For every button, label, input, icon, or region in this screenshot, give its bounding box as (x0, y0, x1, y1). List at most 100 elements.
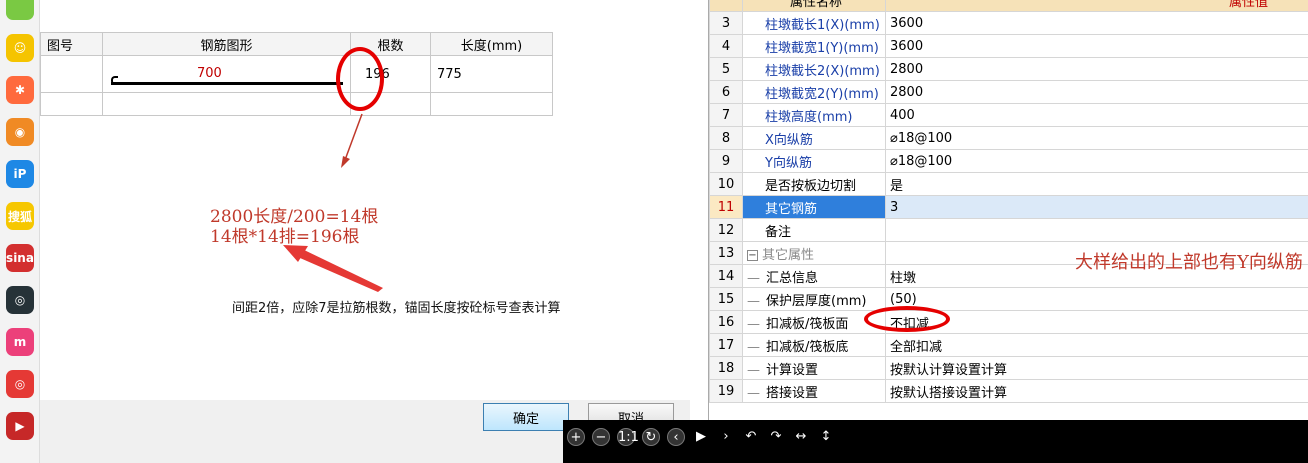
property-row[interactable]: 10 是否按板边切割 是 (709, 172, 1308, 196)
property-table: 属性名称 属性值 3 柱墩截长1(X)(mm) 3600 4 柱墩截宽1(Y)(mm) 3… (709, 0, 1308, 403)
header-num (709, 0, 743, 12)
tree-line-icon: — (747, 339, 760, 355)
row-number: 12 (709, 218, 743, 242)
calc-annotation-line1: 2800长度/200=14根 (210, 207, 379, 227)
property-name[interactable]: − 其它属性 (742, 241, 886, 265)
property-name[interactable]: 其它钢筋 (742, 195, 886, 219)
property-name[interactable]: 柱墩截宽1(Y)(mm) (742, 34, 886, 58)
row-number: 10 (709, 172, 743, 196)
property-name[interactable]: 备注 (742, 218, 886, 242)
row-number: 14 (709, 264, 743, 288)
tree-line-icon: — (747, 316, 760, 332)
property-row[interactable]: 15— 保护层厚度(mm) (50) (709, 287, 1308, 311)
viewer-tool-10-icon[interactable]: ↕ (817, 428, 835, 446)
property-value[interactable]: 2800 (885, 57, 1308, 81)
property-name[interactable]: — 搭接设置 (742, 379, 886, 403)
property-row[interactable]: 12 备注 (709, 218, 1308, 242)
row-number: 7 (709, 103, 743, 127)
property-row[interactable]: 18— 计算设置 按默认计算设置计算 (709, 356, 1308, 380)
property-rows: 3 柱墩截长1(X)(mm) 3600 4 柱墩截宽1(Y)(mm) 3600 5 柱墩截长2… (709, 11, 1308, 403)
property-name[interactable]: — 汇总信息 (742, 264, 886, 288)
tree-line-icon: — (747, 270, 760, 286)
viewer-tool-9-icon[interactable]: ↔ (792, 428, 810, 446)
viewer-tool-4-icon[interactable]: ‹ (667, 428, 685, 446)
viewer-tool-1-icon[interactable]: − (592, 428, 610, 446)
property-name[interactable]: X向纵筋 (742, 126, 886, 150)
property-value[interactable]: 3 (885, 195, 1308, 219)
tree-line-icon: — (747, 385, 760, 401)
row-number: 17 (709, 333, 743, 357)
property-row[interactable]: 11 其它钢筋 3 (709, 195, 1308, 219)
viewer-tool-8-icon[interactable]: ↷ (767, 428, 785, 446)
property-row[interactable]: 17— 扣减板/筏板底 全部扣减 (709, 333, 1308, 357)
row-number: 15 (709, 287, 743, 311)
property-name[interactable]: 柱墩截宽2(Y)(mm) (742, 80, 886, 104)
property-row[interactable]: 8 X向纵筋 ⌀18@100 (709, 126, 1308, 150)
property-name[interactable]: — 扣减板/筏板面 (742, 310, 886, 334)
property-name-label: 其它属性 (762, 247, 815, 263)
property-value[interactable]: 全部扣减 (885, 333, 1308, 357)
property-name[interactable]: 柱墩高度(mm) (742, 103, 886, 127)
property-value[interactable]: 3600 (885, 34, 1308, 58)
property-row[interactable]: 5 柱墩截长2(X)(mm) 2800 (709, 57, 1308, 81)
row-number: 18 (709, 356, 743, 380)
viewer-tool-3-icon[interactable]: ↻ (642, 428, 660, 446)
row-number: 3 (709, 11, 743, 35)
property-name-label: 扣减板/筏板底 (766, 339, 849, 355)
collapse-icon[interactable]: − (747, 249, 758, 261)
property-value[interactable]: 2800 (885, 80, 1308, 104)
viewer-tool-2-icon[interactable]: 1:1 (617, 428, 639, 446)
property-name-label: 其它钢筋 (765, 201, 818, 217)
property-name[interactable]: — 保护层厚度(mm) (742, 287, 886, 311)
property-name-label: 柱墩截长1(X)(mm) (765, 17, 880, 33)
row-number: 19 (709, 379, 743, 403)
property-row[interactable]: 7 柱墩高度(mm) 400 (709, 103, 1308, 127)
row-number: 16 (709, 310, 743, 334)
property-value[interactable] (885, 218, 1308, 242)
calc-annotation-line2: 14根*14排=196根 (210, 227, 360, 247)
property-name-label: 搭接设置 (766, 385, 819, 401)
property-name-label: 柱墩高度(mm) (765, 109, 853, 125)
viewer-tool-0-icon[interactable]: + (567, 428, 585, 446)
property-name[interactable]: 是否按板边切割 (742, 172, 886, 196)
property-name-label: 备注 (765, 224, 792, 240)
property-value[interactable]: 不扣减 (885, 310, 1308, 334)
property-panel: 属性名称 属性值 3 柱墩截长1(X)(mm) 3600 4 柱墩截宽1(Y)(mm) 3… (708, 0, 1308, 420)
property-value[interactable]: 按默认搭接设置计算 (885, 379, 1308, 403)
row-number: 11 (709, 195, 743, 219)
property-name[interactable]: Y向纵筋 (742, 149, 886, 173)
viewer-tool-7-icon[interactable]: ↶ (742, 428, 760, 446)
property-value[interactable]: 400 (885, 103, 1308, 127)
viewer-tool-5-icon[interactable]: ▶ (692, 428, 710, 446)
row-number: 9 (709, 149, 743, 173)
row-number: 4 (709, 34, 743, 58)
property-row[interactable]: 4 柱墩截宽1(Y)(mm) 3600 (709, 34, 1308, 58)
viewer-tool-6-icon[interactable]: › (717, 428, 735, 446)
property-name-label: X向纵筋 (765, 132, 813, 148)
tree-line-icon: — (747, 293, 760, 309)
property-name-label: 柱墩截宽2(Y)(mm) (765, 86, 879, 102)
row-number: 8 (709, 126, 743, 150)
property-name[interactable]: — 扣减板/筏板底 (742, 333, 886, 357)
property-row[interactable]: 9 Y向纵筋 ⌀18@100 (709, 149, 1308, 173)
property-value[interactable]: ⌀18@100 (885, 126, 1308, 150)
property-value[interactable]: 按默认计算设置计算 (885, 356, 1308, 380)
property-name-label: Y向纵筋 (765, 155, 812, 171)
property-name-label: 柱墩截长2(X)(mm) (765, 63, 880, 79)
row-number: 13 (709, 241, 743, 265)
property-name[interactable]: — 计算设置 (742, 356, 886, 380)
property-row[interactable]: 6 柱墩截宽2(Y)(mm) 2800 (709, 80, 1308, 104)
property-value[interactable]: (50) (885, 287, 1308, 311)
property-name-label: 是否按板边切割 (765, 178, 857, 194)
property-row[interactable]: 16— 扣减板/筏板面 不扣减 (709, 310, 1308, 334)
property-name[interactable]: 柱墩截长2(X)(mm) (742, 57, 886, 81)
property-value[interactable]: ⌀18@100 (885, 149, 1308, 173)
property-name-label: 汇总信息 (766, 270, 819, 286)
property-value[interactable]: 是 (885, 172, 1308, 196)
property-row[interactable]: 19— 搭接设置 按默认搭接设置计算 (709, 379, 1308, 403)
image-viewer-toolbar: + −1:1 ↻ ‹ ▶ › ↶ ↷ ↔ ↕ (563, 420, 1308, 463)
property-row[interactable]: 3 柱墩截长1(X)(mm) 3600 (709, 11, 1308, 35)
property-name[interactable]: 柱墩截长1(X)(mm) (742, 11, 886, 35)
row-number: 6 (709, 80, 743, 104)
property-value[interactable]: 3600 (885, 11, 1308, 35)
